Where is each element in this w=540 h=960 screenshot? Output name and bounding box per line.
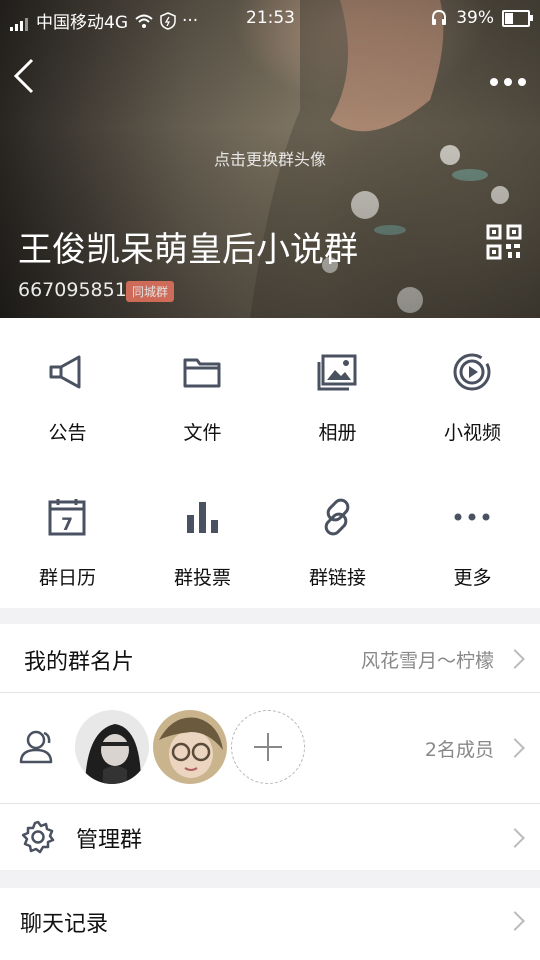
more-status-icon: ··· (182, 10, 199, 31)
feature-label: 相册 (318, 422, 357, 444)
my-group-card-value: 风花雪月～柠檬 (360, 650, 494, 672)
more-icon (454, 513, 490, 521)
feature-short-video[interactable]: 小视频 (405, 318, 540, 453)
manage-group-row[interactable]: 管理群 (0, 804, 540, 870)
feature-vote[interactable]: 群投票 (135, 463, 270, 598)
album-icon (317, 354, 357, 391)
feature-label: 公告 (48, 422, 87, 444)
feature-more[interactable]: 更多 (405, 463, 540, 598)
member-count: 2名成员 (424, 739, 494, 761)
chat-history-title: 聊天记录 (20, 912, 109, 937)
my-group-card-title: 我的群名片 (24, 650, 135, 675)
qr-code-icon[interactable] (486, 224, 522, 260)
feature-announcement[interactable]: 公告 (0, 318, 135, 453)
chat-history-row[interactable]: 聊天记录 (0, 888, 540, 960)
more-options-button[interactable] (490, 64, 526, 94)
group-name: 王俊凯呆萌皇后小说群 (18, 230, 358, 270)
megaphone-icon (49, 355, 81, 389)
my-group-card-row[interactable]: 我的群名片 风花雪月～柠檬 (0, 624, 540, 692)
shield-icon (160, 11, 176, 30)
group-id: 667095851 (18, 279, 127, 301)
chevron-right-icon (505, 828, 525, 848)
chevron-right-icon (505, 649, 525, 669)
member-avatar[interactable] (153, 710, 227, 784)
feature-label: 群链接 (308, 567, 366, 589)
signal-icon (10, 11, 30, 31)
group-header[interactable]: 中国移动4G ··· 21:53 39% 点击更换群头像 王俊凯呆萌皇后小说群 … (0, 0, 540, 318)
member-photo (153, 710, 227, 784)
feature-label: 文件 (183, 422, 222, 444)
carrier-label: 中国移动4G (36, 13, 128, 33)
manage-group-title: 管理群 (76, 828, 143, 853)
status-bar: 中国移动4G ··· 21:53 39% (0, 0, 540, 36)
wifi-icon (135, 14, 153, 28)
feature-album[interactable]: 相册 (270, 318, 405, 453)
battery-percent: 39% (456, 8, 494, 28)
battery-icon (502, 9, 533, 27)
chevron-right-icon (505, 911, 525, 931)
back-button[interactable] (10, 56, 46, 96)
link-icon (324, 498, 350, 536)
video-icon (453, 353, 491, 391)
feature-label: 更多 (453, 567, 492, 589)
feature-link[interactable]: 群链接 (270, 463, 405, 598)
vote-icon (187, 502, 218, 533)
members-icon (19, 730, 53, 764)
gear-icon (21, 820, 55, 854)
member-photo (75, 710, 149, 784)
more-dots-icon (490, 78, 526, 86)
calendar-day: 7 (61, 515, 73, 535)
clock: 21:53 (246, 8, 295, 28)
feature-grid: 公告 文件 相册 小视频 7 群日历 群投票 群链接 更多 (0, 318, 540, 608)
add-member-button[interactable] (231, 710, 305, 784)
feature-label: 群投票 (173, 567, 231, 589)
headset-icon (432, 9, 447, 25)
members-row[interactable]: 2名成员 (0, 693, 540, 803)
feature-label: 群日历 (38, 567, 96, 589)
calendar-icon: 7 (48, 499, 86, 536)
chevron-left-icon (13, 58, 34, 94)
feature-calendar[interactable]: 7 群日历 (0, 463, 135, 598)
folder-icon (183, 358, 221, 388)
change-avatar-hint[interactable]: 点击更换群头像 (0, 146, 540, 170)
city-group-badge: 同城群 (126, 281, 175, 302)
feature-label: 小视频 (443, 422, 501, 444)
chevron-right-icon (505, 738, 525, 758)
member-avatar[interactable] (75, 710, 149, 784)
feature-files[interactable]: 文件 (135, 318, 270, 453)
